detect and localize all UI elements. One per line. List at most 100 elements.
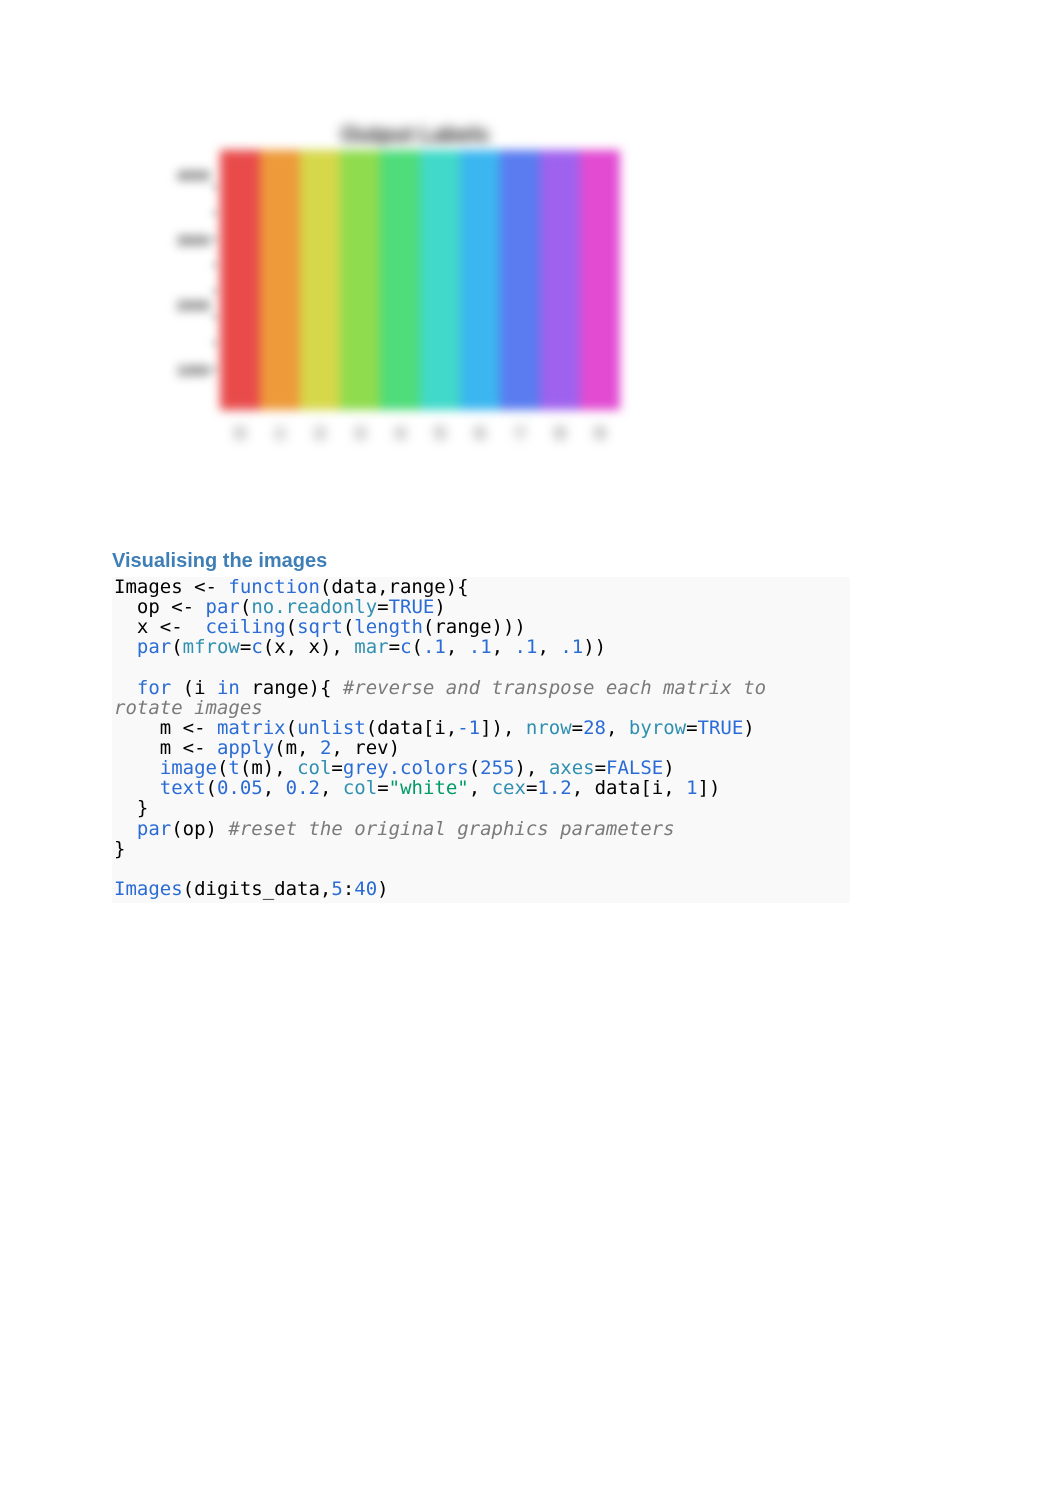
code-token: = <box>377 777 388 799</box>
y-minor-tick <box>212 212 218 214</box>
code-token: length <box>354 616 423 638</box>
code-token: "white" <box>389 777 469 799</box>
y-tick-label: 4000 <box>150 168 210 185</box>
code-comment: #reset the original graphics parameters <box>228 818 674 840</box>
code-token: ]), <box>480 717 526 739</box>
code-token: ( <box>286 616 297 638</box>
code-token: , <box>469 777 492 799</box>
code-token: c <box>251 636 262 658</box>
code-token: nrow <box>526 717 572 739</box>
code-token: (m, <box>274 737 320 759</box>
x-tick-label: 0 <box>220 425 260 465</box>
code-token: x <- <box>114 616 206 638</box>
code-token: ( <box>286 717 297 739</box>
y-tick-label: 2000 <box>150 298 210 315</box>
x-tick-label: 5 <box>420 425 460 465</box>
code-token: Images <- <box>114 576 228 598</box>
chart-bar <box>460 150 500 410</box>
code-token: ) <box>434 596 445 618</box>
code-token: ( <box>240 596 251 618</box>
code-token: 40 <box>354 878 377 900</box>
code-token: ), <box>514 757 548 779</box>
code-token: op <- <box>114 596 206 618</box>
x-axis-ticks: 0 1 2 3 4 5 6 7 8 9 <box>220 425 620 465</box>
code-token: ( <box>171 636 182 658</box>
code-token: m <- <box>114 737 217 759</box>
code-token: (x, x), <box>263 636 355 658</box>
x-tick-label: 4 <box>380 425 420 465</box>
code-token: , <box>446 636 469 658</box>
code-token: in <box>217 677 240 699</box>
code-token: ( <box>217 757 228 779</box>
x-tick-label: 1 <box>260 425 300 465</box>
chart-bars <box>220 150 620 410</box>
code-token: .1 <box>469 636 492 658</box>
x-tick-label: 2 <box>300 425 340 465</box>
code-token: unlist <box>297 717 366 739</box>
code-token: col <box>343 777 377 799</box>
code-token: range){ <box>240 677 343 699</box>
code-token: , <box>492 636 515 658</box>
y-tick-label: 1000 <box>150 363 210 380</box>
code-token: mfrow <box>183 636 240 658</box>
code-token <box>114 757 160 779</box>
code-token: .1 <box>423 636 446 658</box>
x-tick-label: 9 <box>580 425 620 465</box>
chart-bar <box>300 150 340 410</box>
code-token: mar <box>354 636 388 658</box>
code-token: (range))) <box>423 616 526 638</box>
code-token: ( <box>469 757 480 779</box>
y-tick-label: 3000 <box>150 233 210 250</box>
code-token: Images <box>114 878 183 900</box>
code-token: , <box>606 717 629 739</box>
chart-inner: 1000 2000 3000 4000 <box>150 130 680 470</box>
x-tick-label: 8 <box>540 425 580 465</box>
code-token: ceiling <box>206 616 286 638</box>
y-minor-tick <box>212 316 218 318</box>
y-minor-tick <box>212 342 218 344</box>
code-token: : <box>343 878 354 900</box>
code-token: apply <box>217 737 274 759</box>
code-token <box>114 777 160 799</box>
code-token: ( <box>206 777 217 799</box>
code-token: (op) <box>171 818 228 840</box>
code-token: = <box>240 636 251 658</box>
code-token: } <box>114 797 148 819</box>
code-token: ( <box>412 636 423 658</box>
x-tick-label: 6 <box>460 425 500 465</box>
code-token: 1.2 <box>537 777 571 799</box>
code-token: , rev) <box>331 737 400 759</box>
code-token: ]) <box>698 777 721 799</box>
code-token: = <box>595 757 606 779</box>
code-token: = <box>377 596 388 618</box>
code-token: = <box>331 757 342 779</box>
code-token: grey.colors <box>343 757 469 779</box>
code-token <box>114 818 137 840</box>
y-minor-tick <box>212 186 218 188</box>
code-token: col <box>297 757 331 779</box>
code-token: ) <box>663 757 674 779</box>
code-token: par <box>137 636 171 658</box>
code-token: } <box>114 838 125 860</box>
code-token: text <box>160 777 206 799</box>
code-token: ) <box>743 717 754 739</box>
code-token: (i <box>171 677 217 699</box>
chart-bar <box>260 150 300 410</box>
code-token: 2 <box>320 737 331 759</box>
code-token: , <box>537 636 560 658</box>
y-minor-tick <box>212 290 218 292</box>
code-token: par <box>137 818 171 840</box>
y-minor-tick <box>212 264 218 266</box>
code-token: )) <box>583 636 606 658</box>
code-token: TRUE <box>389 596 435 618</box>
code-token: 0.2 <box>286 777 320 799</box>
code-token: TRUE <box>698 717 744 739</box>
y-minor-tick <box>212 368 218 370</box>
code-token: , data[i, <box>572 777 686 799</box>
section-heading: Visualising the images <box>112 550 1062 573</box>
code-token: c <box>400 636 411 658</box>
chart-bar <box>340 150 380 410</box>
code-token: 5 <box>331 878 342 900</box>
code-token: image <box>160 757 217 779</box>
code-token: ) <box>377 878 388 900</box>
